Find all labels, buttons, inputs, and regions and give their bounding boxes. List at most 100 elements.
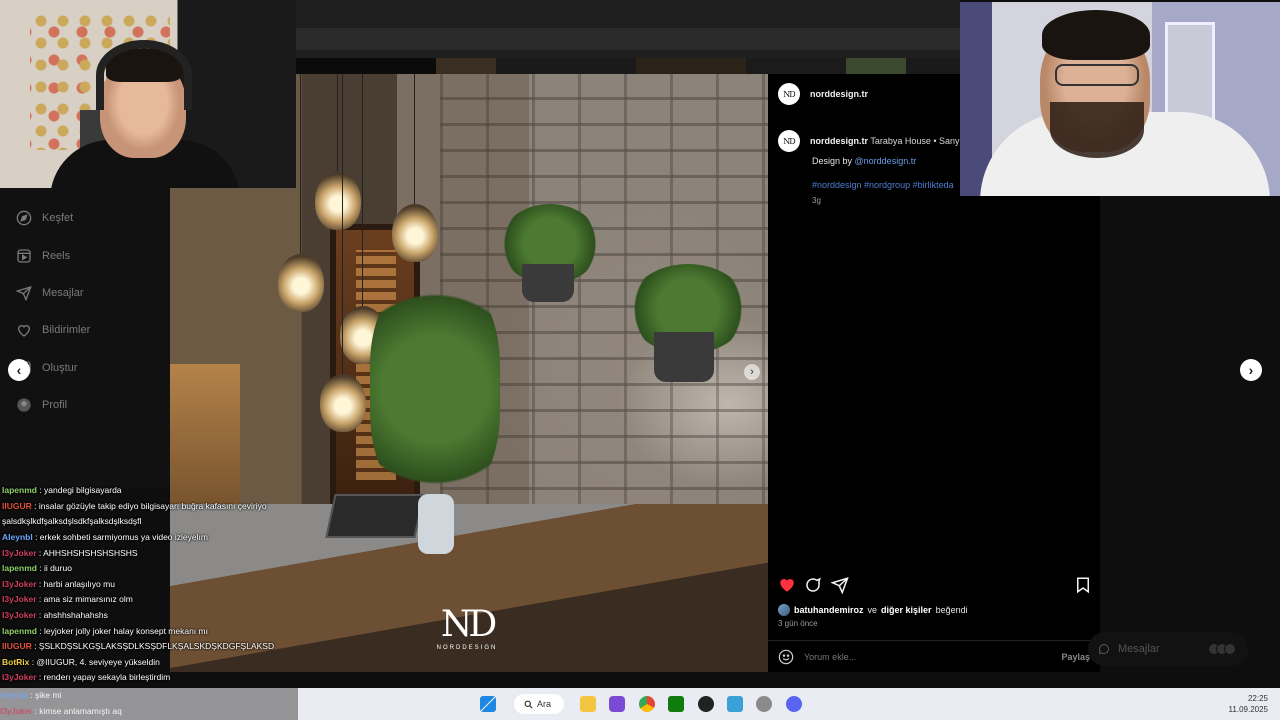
discord-icon[interactable] <box>786 696 802 712</box>
carousel-next-button[interactable]: › <box>744 364 760 380</box>
sidebar-item-label: Mesajlar <box>42 287 84 299</box>
post-actions <box>768 574 1100 598</box>
sidebar-item-profile[interactable]: Profil <box>16 393 67 417</box>
avatar[interactable]: ND <box>778 130 800 152</box>
app-icon[interactable] <box>727 696 743 712</box>
chat-username[interactable]: BotRix <box>2 657 29 667</box>
taskbar-clock[interactable]: 22:25 11.09.2025 <box>1229 693 1268 715</box>
webcam-left <box>0 0 296 188</box>
caption-username[interactable]: norddesign.tr <box>810 136 868 146</box>
bookmark-icon[interactable] <box>1074 576 1092 594</box>
chat-text: : ii duruo <box>36 563 72 574</box>
chat-text: : harbi anlaşılıyo mu <box>36 578 115 589</box>
likes-summary[interactable]: batuhandemiroz ve diğer kişiler beğendi <box>778 604 968 616</box>
sidebar-item-reels[interactable]: Reels <box>16 244 70 268</box>
chat-message: I3yJoker : ahshhshahahshs <box>0 608 300 624</box>
chat-username[interactable]: lapenmd <box>2 626 37 636</box>
caption-location: Tarabya House • Sany <box>870 136 960 146</box>
chat-message: BotRix : @IIUGUR, 4. seviyeye yükseldin <box>0 655 300 671</box>
chat-message: I3yJoker : AHHSHSHSHSHSHSHS <box>0 546 300 562</box>
chrome-icon[interactable] <box>639 696 655 712</box>
avatar[interactable]: ND <box>778 83 800 105</box>
post-date: 3 gün önce <box>778 619 818 628</box>
sidebar-item-label: Profil <box>42 399 68 411</box>
chat-text: : renderı yapay sekayla birleştirdim <box>36 672 171 683</box>
comment-icon[interactable] <box>804 576 822 594</box>
sidebar-item-label: Oluştur <box>42 362 78 374</box>
chat-text: : kimse anlamamıştı aq <box>32 705 122 716</box>
chat-username[interactable]: Aleynbl <box>2 532 33 542</box>
norddesign-watermark: ND NORDDESIGN <box>436 604 498 651</box>
share-send-icon[interactable] <box>831 576 849 594</box>
chat-username[interactable]: I3yJoker <box>2 579 37 589</box>
chat-message: IIUGUR : insalar gözüyle takip ediyo bil… <box>0 499 300 515</box>
messenger-icon <box>1098 643 1109 655</box>
sidebar-item-label: Bildirimler <box>42 324 91 336</box>
compass-icon <box>16 210 32 226</box>
chat-username[interactable]: IIUGUR <box>2 641 32 651</box>
share-button[interactable]: Paylaş <box>1061 652 1090 662</box>
chat-message: Aleynbl : şike mi <box>0 688 300 704</box>
chat-text: : erkek sohbeti sarmiyomus ya video izle… <box>32 531 208 542</box>
caption-hashtags[interactable]: #norddesign #nordgroup #birlikteda <box>812 180 954 190</box>
chat-text: : ŞSLKDŞSLKGŞLAKSŞDLKSŞDFLKŞALSKDŞKDGFŞL… <box>31 641 275 652</box>
plant-pot <box>522 264 574 302</box>
webcam-right <box>960 2 1280 196</box>
floor-pot <box>418 494 454 554</box>
browser-top-bar <box>296 0 960 58</box>
chat-username[interactable]: I3yJoker <box>2 672 37 682</box>
chat-username[interactable]: I3yJoker <box>2 548 37 558</box>
chat-username[interactable]: I3yJoker <box>0 706 32 716</box>
chat-message: şalsdkşlkdfşalksdşlsdkfşalksdşlksdşfl <box>0 514 300 530</box>
post-username[interactable]: norddesign.tr <box>810 89 868 99</box>
chat-text: : leyjoker jolly joker halay konsept mek… <box>36 625 208 636</box>
chat-text: : @IIUGUR, 4. seviyeye yükseldin <box>29 656 160 667</box>
chat-message: lapenmd : ii duruo <box>0 561 300 577</box>
person-beard <box>1050 102 1144 158</box>
sidebar-item-explore[interactable]: Keşfet <box>16 206 73 230</box>
person-hair <box>1042 10 1150 60</box>
sidebar-item-label: Keşfet <box>42 212 74 224</box>
chat-message: IIUGUR : ŞSLKDŞSLKGŞLAKSŞDLKSŞDFLKŞALSKD… <box>0 639 300 655</box>
windows-start-icon[interactable] <box>480 696 496 712</box>
messages-avatars <box>1208 643 1236 655</box>
chat-message: I3yJoker : harbi anlaşılıyo mu <box>0 577 300 593</box>
mention-link[interactable]: @norddesign.tr <box>855 156 917 166</box>
pendant-lamp <box>315 74 361 230</box>
right-background <box>1100 196 1280 688</box>
pendant-lamp <box>278 74 324 312</box>
taskbar-search[interactable]: Ara <box>514 694 564 714</box>
sidebar-item-messages[interactable]: Mesajlar <box>16 281 84 305</box>
chat-text: : ama siz mimarsınız olm <box>36 594 133 605</box>
comment-input[interactable] <box>804 651 1052 662</box>
plant-pot <box>654 332 714 382</box>
chat-text: : yandegi bilgisayarda <box>36 485 122 496</box>
xbox-icon[interactable] <box>668 696 684 712</box>
sidebar-item-label: Reels <box>42 250 71 262</box>
like-heart-icon[interactable] <box>778 576 796 594</box>
messages-pill-label: Mesajlar <box>1118 643 1160 655</box>
chat-username[interactable]: lapenmd <box>2 563 37 573</box>
steam-icon[interactable] <box>698 696 714 712</box>
reels-icon <box>16 248 32 264</box>
chat-username[interactable]: Aleynbl <box>0 690 28 700</box>
chat-username[interactable]: I3yJoker <box>2 594 37 604</box>
messages-pill[interactable]: Mesajlar <box>1088 632 1248 666</box>
next-post-button[interactable]: › <box>1240 359 1262 381</box>
feed-thumbnails-strip <box>296 58 960 74</box>
sidebar-item-notifications[interactable]: Bildirimler <box>16 318 90 342</box>
browser-tab-strip <box>296 28 960 50</box>
app-icon[interactable] <box>609 696 625 712</box>
previous-post-button[interactable]: ‹ <box>8 359 30 381</box>
emoji-icon[interactable] <box>778 649 794 665</box>
chat-username[interactable]: lapenmd <box>2 485 37 495</box>
caption-age: 3g <box>812 196 821 205</box>
chat-text: : şike mi <box>27 690 62 700</box>
settings-gear-icon[interactable] <box>756 696 772 712</box>
chat-username[interactable]: IIUGUR <box>2 501 32 511</box>
chat-text: şalsdkşlkdfşalksdşlsdkfşalksdşlksdşfl <box>2 516 142 527</box>
stream-chat-bottom: Aleynbl : şike mi I3yJoker : kimse anlama… <box>0 688 300 720</box>
chat-username[interactable]: I3yJoker <box>2 610 37 620</box>
file-explorer-icon[interactable] <box>580 696 596 712</box>
chat-message: I3yJoker : ama siz mimarsınız olm <box>0 592 300 608</box>
